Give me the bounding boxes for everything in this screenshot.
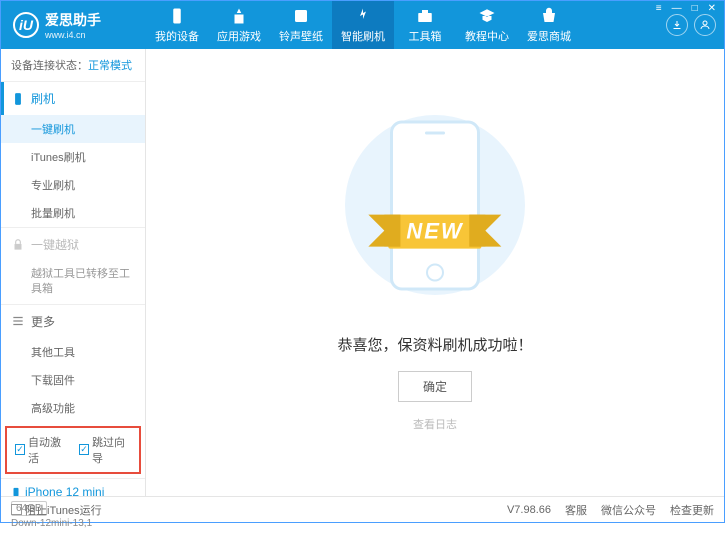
sidebar-item-itunes[interactable]: iTunes刷机 <box>1 143 145 171</box>
nav-label: 应用游戏 <box>217 28 261 44</box>
sidebar-label: 刷机 <box>31 90 55 107</box>
success-illustration: NEW <box>365 114 505 314</box>
skip-guide-checkbox[interactable]: ✓ 跳过向导 <box>79 434 131 466</box>
sidebar-label: 更多 <box>31 313 55 330</box>
minimize-button[interactable]: — <box>670 3 684 14</box>
titlebar: iU 爱思助手 www.i4.cn 我的设备 应用游戏 铃声壁纸 <box>1 1 724 49</box>
nav-flash[interactable]: 智能刷机 <box>332 1 394 49</box>
wechat-link[interactable]: 微信公众号 <box>601 502 656 518</box>
toolbox-icon <box>416 7 434 25</box>
app-title: 爱思助手 <box>45 10 101 30</box>
connection-status: 设备连接状态：正常模式 <box>1 49 145 81</box>
sidebar-item-other[interactable]: 其他工具 <box>1 338 145 366</box>
sidebar-label: 一键越狱 <box>31 236 79 253</box>
sidebar-item-download[interactable]: 下载固件 <box>1 366 145 394</box>
checkbox-label: 自动激活 <box>28 434 67 466</box>
menu-icon[interactable]: ≡ <box>654 3 664 14</box>
lock-icon <box>11 238 25 252</box>
close-button[interactable]: ✕ <box>706 3 718 14</box>
ok-button[interactable]: 确定 <box>398 371 472 402</box>
success-message: 恭喜您，保资料刷机成功啦！ <box>337 334 532 355</box>
app-subtitle: www.i4.cn <box>45 30 101 40</box>
connection-mode: 正常模式 <box>88 60 132 72</box>
list-icon <box>11 314 25 328</box>
sidebar-item-oneclick[interactable]: 一键刷机 <box>1 115 145 143</box>
nav-label: 爱思商城 <box>527 28 571 44</box>
logo-icon: iU <box>13 12 39 38</box>
nav-toolbox[interactable]: 工具箱 <box>394 1 456 49</box>
nav-label: 工具箱 <box>409 28 442 44</box>
nav-label: 教程中心 <box>465 28 509 44</box>
checkbox-label: 跳过向导 <box>92 434 131 466</box>
nav-ringtones[interactable]: 铃声壁纸 <box>270 1 332 49</box>
logo: iU 爱思助手 www.i4.cn <box>1 10 146 40</box>
sidebar-item-advanced[interactable]: 高级功能 <box>1 394 145 422</box>
sidebar-item-pro[interactable]: 专业刷机 <box>1 171 145 199</box>
checkbox-row: ✓ 自动激活 ✓ 跳过向导 <box>5 426 141 474</box>
jailbreak-note: 越狱工具已转移至工具箱 <box>1 261 145 304</box>
update-link[interactable]: 检查更新 <box>670 502 714 518</box>
user-button[interactable] <box>694 14 716 36</box>
check-icon <box>11 504 22 515</box>
nav-apps[interactable]: 应用游戏 <box>208 1 270 49</box>
nav-label: 铃声壁纸 <box>279 28 323 44</box>
wallpaper-icon <box>292 7 310 25</box>
flash-icon <box>354 7 372 25</box>
sidebar-jailbreak-header: 一键越狱 <box>1 228 145 261</box>
service-link[interactable]: 客服 <box>565 502 587 518</box>
nav: 我的设备 应用游戏 铃声壁纸 智能刷机 工具箱 <box>146 1 666 49</box>
nav-store[interactable]: 爱思商城 <box>518 1 580 49</box>
nav-label: 智能刷机 <box>341 28 385 44</box>
maximize-button[interactable]: □ <box>690 3 700 14</box>
tutorial-icon <box>478 7 496 25</box>
main-content: NEW 恭喜您，保资料刷机成功啦！ 确定 查看日志 <box>146 49 724 496</box>
device-icon <box>168 7 186 25</box>
sidebar-flash-header[interactable]: 刷机 <box>1 82 145 115</box>
nav-tutorial[interactable]: 教程中心 <box>456 1 518 49</box>
nav-label: 我的设备 <box>155 28 199 44</box>
sidebar-more-header[interactable]: 更多 <box>1 305 145 338</box>
view-log-link[interactable]: 查看日志 <box>413 416 457 432</box>
auto-activate-checkbox[interactable]: ✓ 自动激活 <box>15 434 67 466</box>
phone-icon <box>11 92 25 106</box>
sidebar: 设备连接状态：正常模式 刷机 一键刷机 iTunes刷机 专业刷机 批量刷机 一… <box>1 49 146 496</box>
sidebar-item-batch[interactable]: 批量刷机 <box>1 199 145 227</box>
nav-my-device[interactable]: 我的设备 <box>146 1 208 49</box>
store-icon <box>540 7 558 25</box>
checkbox-label: 阻止iTunes运行 <box>25 502 102 518</box>
check-icon: ✓ <box>79 444 89 455</box>
apps-icon <box>230 7 248 25</box>
footer: 阻止iTunes运行 V7.98.66 客服 微信公众号 检查更新 <box>1 496 724 522</box>
download-button[interactable] <box>666 14 688 36</box>
new-ribbon: NEW <box>388 214 481 248</box>
check-icon: ✓ <box>15 444 25 455</box>
block-itunes-checkbox[interactable]: 阻止iTunes运行 <box>11 502 102 518</box>
version-text: V7.98.66 <box>507 504 551 516</box>
